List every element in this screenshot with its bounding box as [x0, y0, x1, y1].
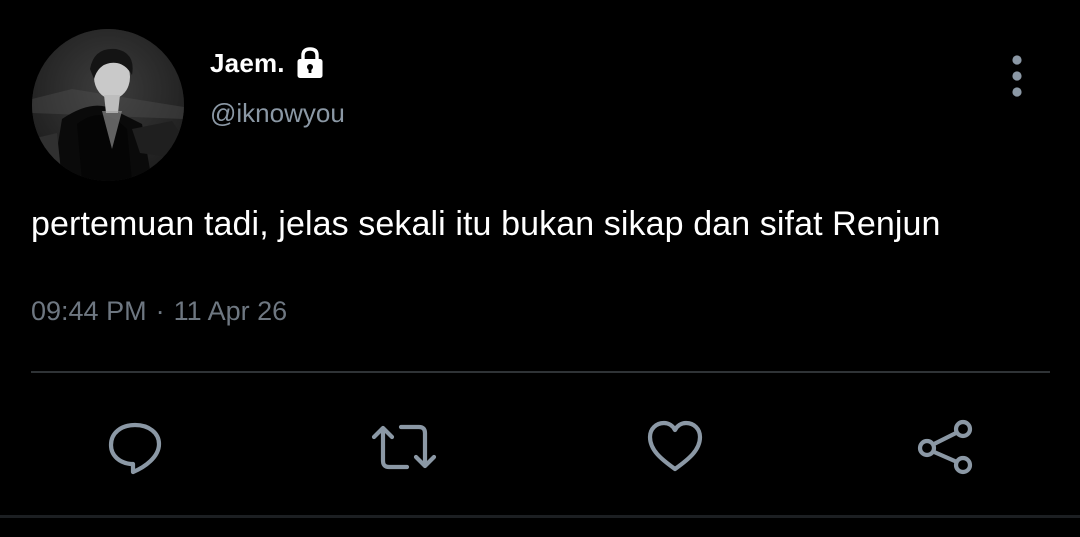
timestamp: 09:44 PM · 11 Apr 26 [31, 296, 287, 327]
user-handle[interactable]: @iknowyou [210, 98, 345, 129]
timestamp-separator: · [155, 296, 165, 326]
reply-icon [108, 422, 162, 475]
avatar[interactable] [32, 29, 184, 181]
tweet-date[interactable]: 11 Apr 26 [174, 296, 288, 327]
display-name-row: Jaem. [210, 43, 325, 83]
retweet-button[interactable] [369, 412, 439, 482]
lock-icon [295, 46, 325, 80]
display-name[interactable]: Jaem. [210, 48, 285, 79]
share-icon [917, 419, 973, 475]
more-vertical-icon [1012, 55, 1022, 97]
divider [31, 371, 1050, 373]
bottom-divider [0, 515, 1080, 518]
heart-icon [647, 420, 703, 472]
retweet-icon [371, 424, 437, 470]
like-button[interactable] [640, 412, 710, 482]
tweet-time[interactable]: 09:44 PM [31, 296, 147, 327]
more-options-button[interactable] [998, 52, 1036, 100]
tweet-text: pertemuan tadi, jelas sekali itu bukan s… [31, 205, 941, 243]
reply-button[interactable] [100, 412, 170, 482]
tweet-card: Jaem. @iknowyou pertemuan tadi, jelas se… [0, 0, 1080, 537]
avatar-image [32, 29, 184, 181]
share-button[interactable] [910, 412, 980, 482]
